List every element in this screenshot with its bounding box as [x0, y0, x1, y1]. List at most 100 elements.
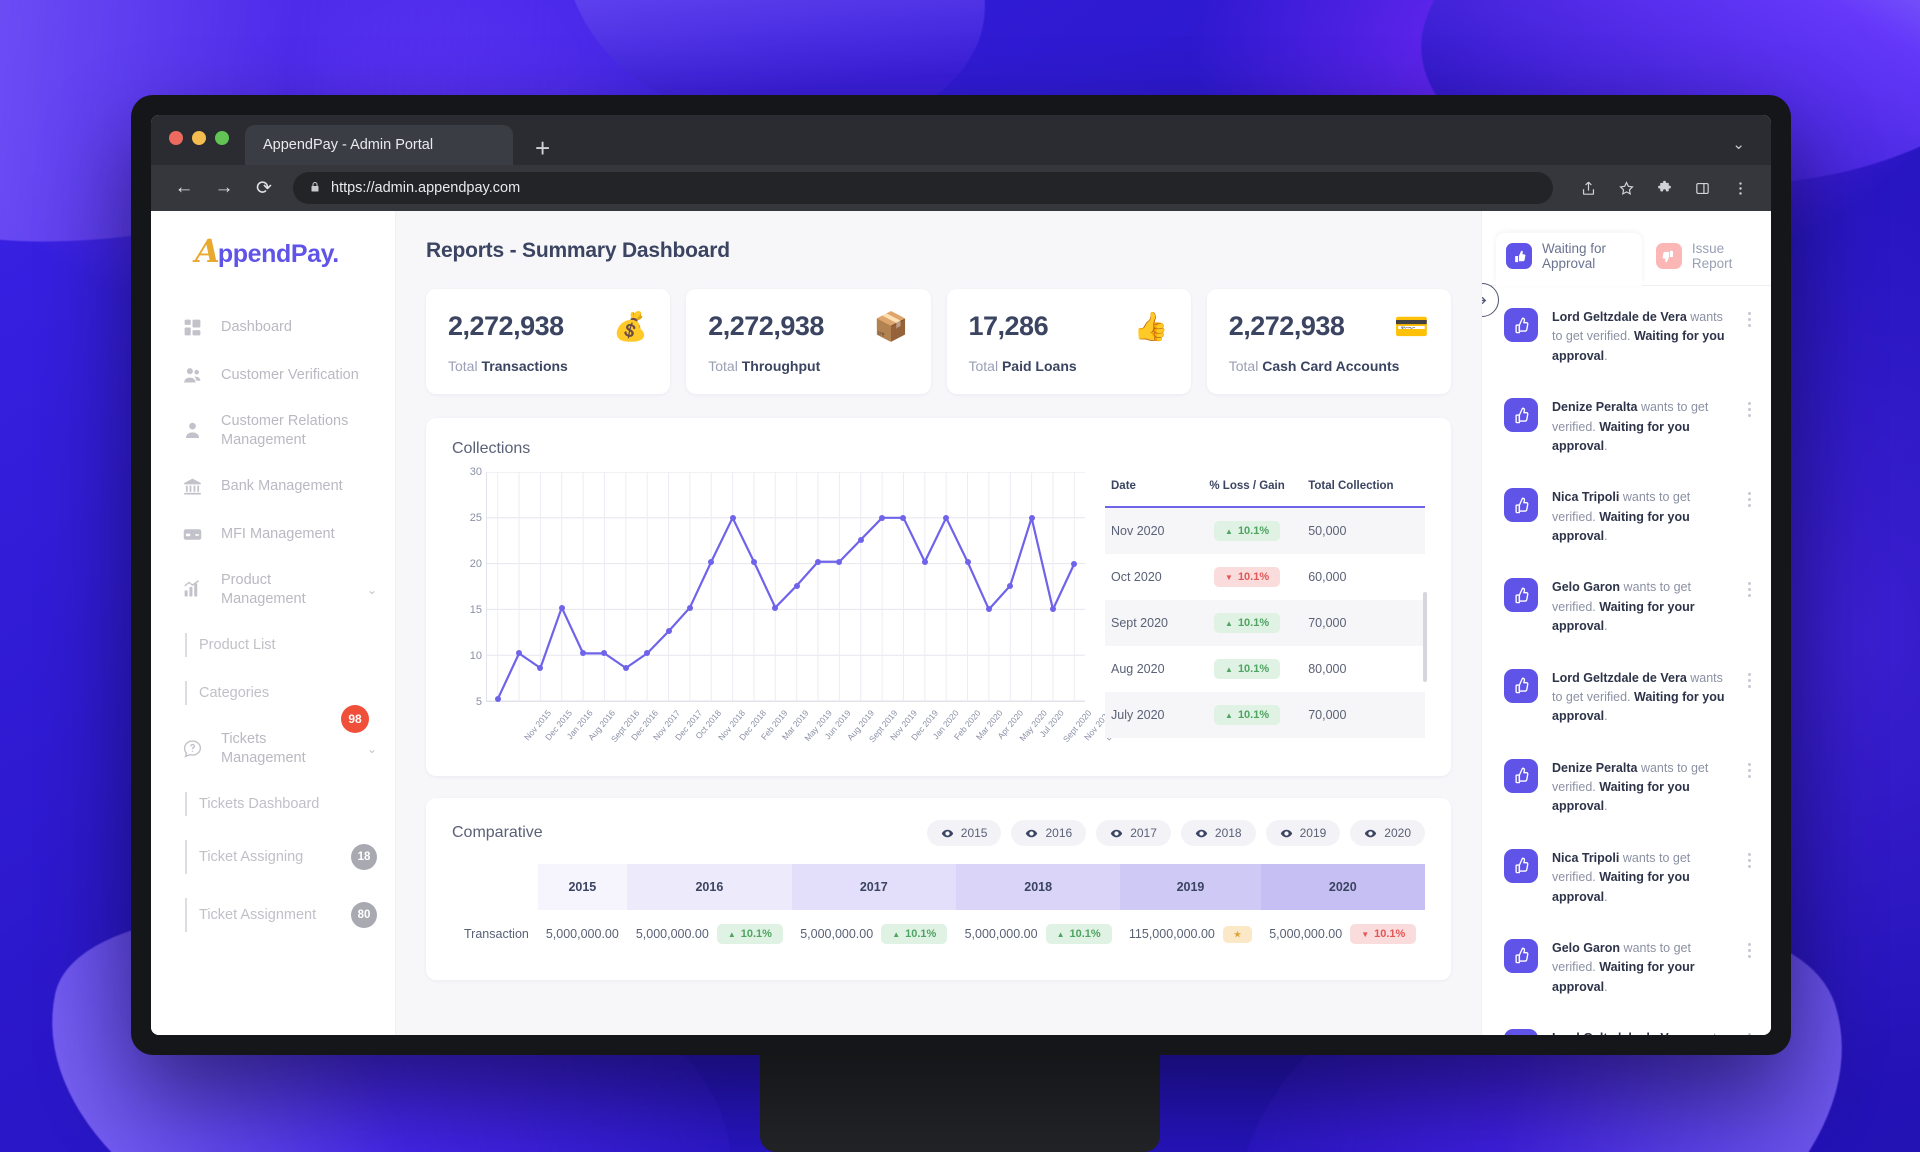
sidebar-item-customer-relations-management[interactable]: Customer Relations Management — [151, 399, 395, 462]
sidebar-item-dashboard[interactable]: Dashboard — [151, 303, 395, 351]
sidebar-subitem-product-list[interactable]: Product List — [151, 621, 395, 669]
sidebar-item-label: Tickets Management — [221, 731, 306, 766]
app-logo[interactable]: A ppendPay. — [151, 235, 395, 303]
approval-item-menu-icon[interactable] — [1748, 488, 1751, 510]
chevron-down-icon[interactable]: ⌄ — [367, 742, 377, 756]
kpi-value: 2,272,938 — [708, 311, 824, 341]
cell-date: Sept 2020 — [1105, 600, 1192, 646]
approval-list-item[interactable]: Gelo Garon wants to get verified. Waitin… — [1482, 923, 1771, 1013]
chart-y-tick: 20 — [469, 558, 482, 570]
thumbs-up-icon: 👍 — [1133, 310, 1169, 342]
extensions-puzzle-icon[interactable] — [1655, 179, 1673, 197]
approval-item-menu-icon[interactable] — [1748, 759, 1751, 781]
sidebar-subitem-ticket-assigning[interactable]: Ticket Assigning 18 — [151, 828, 395, 886]
sidebar-item-label: Customer Verification — [221, 366, 359, 383]
reload-icon[interactable]: ⟳ — [253, 177, 275, 200]
cell-date: July 2020 — [1105, 692, 1192, 738]
table-row[interactable]: July 2020 ▲ 10.1% 70,000 — [1105, 692, 1425, 738]
year-filter-2020[interactable]: 2020 — [1350, 820, 1425, 846]
eye-icon — [1195, 827, 1208, 840]
browser-menu-icon[interactable] — [1731, 179, 1749, 197]
sidebar-item-customer-verification[interactable]: Customer Verification — [151, 351, 395, 399]
sidebar-item-mfi-management[interactable]: MFI Management — [151, 510, 395, 558]
approval-list-item[interactable]: Lord Geltzdale de Vera wants to get veri… — [1482, 653, 1771, 743]
sidebar-subitem-tickets-dashboard[interactable]: Tickets Dashboard — [151, 780, 395, 828]
approval-user-name: Lord Geltzdale de Vera — [1552, 670, 1687, 685]
year-filter-2018[interactable]: 2018 — [1180, 820, 1256, 846]
approval-item-menu-icon[interactable] — [1748, 939, 1751, 961]
approval-item-menu-icon[interactable] — [1748, 578, 1751, 600]
kpi-label: Total Paid Loans — [968, 358, 1077, 374]
minimize-window-button[interactable] — [192, 131, 206, 145]
ticket-assignment-badge: 80 — [351, 902, 377, 929]
year-filter-2017[interactable]: 2017 — [1096, 820, 1171, 846]
chevron-down-icon[interactable]: ⌄ — [367, 583, 377, 597]
approval-list-item[interactable]: Gelo Garon wants to get verified. Waitin… — [1482, 562, 1771, 652]
sidebar-subitem-label: Product List — [199, 637, 276, 654]
cell-number: 5,000,000.00 — [800, 927, 874, 941]
approval-user-name: Lord Geltzdale de Vera — [1552, 310, 1687, 324]
approval-list-item[interactable]: Nica Tripoli wants to get verified. Wait… — [1482, 833, 1771, 923]
year-filter-2015[interactable]: 2015 — [926, 820, 1002, 846]
sidebar-item-bank-management[interactable]: Bank Management — [151, 462, 395, 510]
approval-list-item[interactable]: Lord Geltzdale de Vera wants to get veri… — [1482, 292, 1771, 382]
star-icon: ★ — [1233, 929, 1242, 939]
chart-data-point — [750, 558, 757, 565]
table-column-header: 2015 — [537, 864, 628, 910]
cell-change: ▲ 10.1% — [1191, 692, 1303, 738]
bookmark-star-icon[interactable] — [1617, 179, 1635, 197]
approval-item-menu-icon[interactable] — [1748, 849, 1751, 871]
window-controls[interactable] — [169, 115, 229, 165]
address-bar[interactable]: https://admin.appendpay.com — [293, 172, 1553, 204]
approval-list-item[interactable]: Denize Peralta wants to get verified. Wa… — [1482, 382, 1771, 472]
sidebar-subitem-label: Ticket Assignment — [199, 907, 317, 924]
sidebar-panel-icon[interactable] — [1693, 179, 1711, 197]
cell-change: ▲ 10.1% — [1191, 507, 1303, 554]
table-row[interactable]: Oct 2020 ▼ 10.1% 60,000 — [1105, 554, 1425, 600]
kpi-label: Total Cash Card Accounts — [1228, 358, 1400, 374]
new-tab-button[interactable]: + — [535, 135, 550, 161]
tab-issue-report[interactable]: Issue Report — [1646, 233, 1757, 285]
approvals-panel: Waiting for Approval Issue Report Lord G… — [1481, 211, 1771, 1035]
approval-list-item[interactable]: Denize Peralta wants to get verified. Wa… — [1482, 743, 1771, 833]
chart-y-tick: 5 — [475, 696, 482, 708]
close-window-button[interactable] — [169, 131, 183, 145]
year-filter-label: 2020 — [1384, 826, 1411, 840]
approval-list-item[interactable]: Nica Tripoli wants to get verified. Wait… — [1482, 472, 1771, 562]
approval-list-item[interactable]: Lord Geltzdale de Vera wants to get veri… — [1482, 1013, 1771, 1035]
year-filter-label: 2015 — [960, 826, 988, 840]
forward-icon[interactable]: → — [213, 177, 235, 199]
table-scrollbar[interactable] — [1423, 592, 1427, 682]
kpi-card-transactions[interactable]: 2,272,938 💰 Total Transactions — [426, 289, 671, 394]
sidebar-subitem-ticket-assignment[interactable]: Ticket Assignment 80 — [151, 886, 395, 944]
year-filter-2019[interactable]: 2019 — [1265, 820, 1341, 846]
table-row[interactable]: Transaction 5,000,000.00 5,000,000.00 ▲ 10.1… — [452, 910, 1425, 958]
back-icon[interactable]: ← — [173, 177, 195, 199]
table-row[interactable]: Nov 2020 ▲ 10.1% 50,000 — [1105, 507, 1425, 554]
thumbs-up-icon — [1504, 1029, 1538, 1035]
maximize-window-button[interactable] — [215, 131, 229, 145]
kpi-card-paid-loans[interactable]: 17,286 👍 Total Paid Loans — [946, 289, 1191, 394]
kpi-card-throughput[interactable]: 2,272,938 📦 Total Throughput — [686, 289, 931, 394]
sidebar-item-tickets-management[interactable]: 98 Tickets Management ⌄ — [151, 705, 395, 780]
approval-item-menu-icon[interactable] — [1748, 669, 1751, 691]
eye-icon — [1364, 827, 1377, 840]
kpi-card-cash-card-accounts[interactable]: 2,272,938 💳 Total Cash Card Accounts — [1206, 289, 1451, 394]
table-row[interactable]: Sept 2020 ▲ 10.1% 70,000 — [1105, 600, 1425, 646]
browser-tab[interactable]: AppendPay - Admin Portal — [245, 125, 513, 165]
share-icon[interactable] — [1579, 179, 1597, 197]
year-filter-2016[interactable]: 2016 — [1011, 820, 1087, 846]
tab-waiting-for-approval[interactable]: Waiting for Approval — [1496, 233, 1642, 286]
approval-item-menu-icon[interactable] — [1748, 1029, 1751, 1035]
approval-item-menu-icon[interactable] — [1748, 308, 1751, 330]
year-filter-label: 2016 — [1045, 826, 1073, 840]
chart-data-point — [1028, 514, 1035, 521]
table-row[interactable]: Aug 2020 ▲ 10.1% 80,000 — [1105, 646, 1425, 692]
kpi-value: 17,286 — [968, 311, 1049, 341]
sidebar-item-product-management[interactable]: Product Management ⌄ — [151, 558, 395, 621]
eye-icon — [1110, 827, 1123, 840]
approval-item-menu-icon[interactable] — [1748, 398, 1751, 420]
bank-icon — [181, 475, 203, 497]
chevron-down-icon[interactable]: ⌄ — [1732, 135, 1745, 153]
approval-user-name: Lord Geltzdale de Vera — [1552, 1031, 1687, 1035]
